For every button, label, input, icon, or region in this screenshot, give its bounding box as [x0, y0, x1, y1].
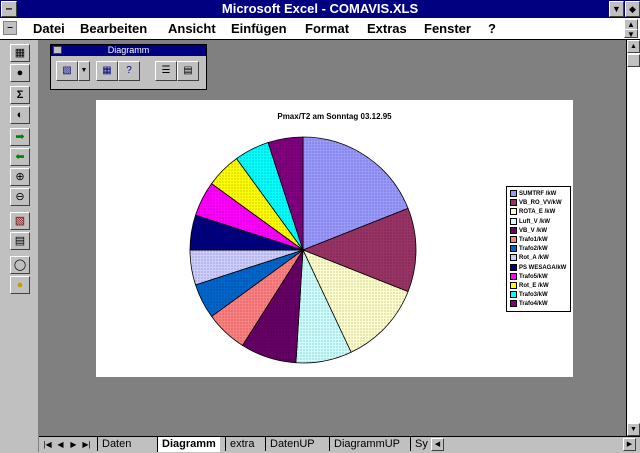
tab-sy[interactable]: Sy	[410, 437, 432, 451]
menu-fenster[interactable]: Fenster	[424, 21, 471, 36]
legend-icon[interactable]: ▤	[177, 61, 199, 81]
legend-label: Rot_E /kW	[519, 283, 549, 290]
left-toolbar: ▦ ● Σ ◐ ➡ ⬅ ⊕ ⊖ ▧ ▤ ◯ ●	[0, 40, 39, 452]
chart-type-icon[interactable]: ▧	[56, 61, 78, 81]
legend-label: Trafo3/kW	[519, 292, 548, 299]
chart-sheet[interactable]: Pmax/T2 am Sonntag 03.12.95 SUMTRF /kW VB…	[96, 100, 573, 377]
legend-swatch	[510, 291, 517, 299]
chart-legend: SUMTRF /kW VB_RO_VV/kW ROTA_E /kW Luft_V /k…	[506, 186, 571, 312]
legend-label: SUMTRF /kW	[519, 191, 557, 198]
tab-datenup[interactable]: DatenUP	[265, 437, 319, 451]
legend-label: PS WESAGA/kW	[519, 264, 567, 271]
zoom-out-icon[interactable]: ⊖	[10, 188, 30, 206]
chartwizard-icon[interactable]: ?	[118, 61, 140, 81]
menu-einfuegen[interactable]: Einfügen	[231, 21, 287, 36]
title-bar: – Microsoft Excel - COMAVIS.XLS ▼ ◆	[0, 0, 640, 18]
first-sheet-icon[interactable]: |◀	[42, 439, 53, 451]
menu-help[interactable]: ?	[488, 21, 496, 36]
legend-label: Trafo5/kW	[519, 273, 548, 280]
chart-toolbar: Diagramm ▧ ▼ ▦ ? ☰ ▤	[50, 44, 207, 90]
pie-chart	[189, 136, 417, 364]
legend-swatch	[510, 199, 517, 207]
legend-swatch	[510, 217, 517, 225]
tab-diagramm[interactable]: Diagramm	[157, 437, 220, 452]
tab-diagrammup[interactable]: DiagrammUP	[329, 437, 404, 451]
hscroll-left-icon[interactable]: ◀	[431, 438, 444, 451]
legend-label: Trafo2/kW	[519, 246, 548, 253]
legend-label: Trafo1/kW	[519, 237, 548, 244]
legend-label: Rot_A /kW	[519, 255, 549, 262]
chartwizard-icon[interactable]: ▦	[10, 44, 30, 62]
menu-bar: – Datei Bearbeiten Ansicht Einfügen Form…	[0, 18, 640, 40]
menu-bearbeiten[interactable]: Bearbeiten	[80, 21, 147, 36]
document-menu-icon[interactable]: –	[3, 21, 17, 35]
legend-swatch	[510, 254, 517, 262]
tip-icon[interactable]: ●	[10, 276, 30, 294]
last-sheet-icon[interactable]: ▶|	[81, 439, 92, 451]
window-title: Microsoft Excel - COMAVIS.XLS	[221, 1, 419, 16]
gridlines-icon[interactable]: ☰	[155, 61, 177, 81]
legend-swatch	[510, 226, 517, 234]
sheet-tab-bar: |◀ ◀ ▶ ▶| Daten Diagramm extra DatenUP D…	[39, 436, 640, 453]
menu-format[interactable]: Format	[305, 21, 349, 36]
legend-swatch	[510, 208, 517, 216]
minimize-button[interactable]: ▼	[609, 1, 624, 17]
copy-icon[interactable]: ▤	[10, 232, 30, 250]
legend-swatch	[510, 263, 517, 271]
menu-datei[interactable]: Datei	[33, 21, 65, 36]
chart-toolbar-close-icon[interactable]	[53, 46, 62, 54]
arrow-left-icon[interactable]: ⬅	[10, 148, 30, 166]
legend-item: Trafo4/kW	[510, 300, 548, 310]
dropdown-icon[interactable]: ▼	[78, 61, 90, 81]
prev-sheet-icon[interactable]: ◀	[55, 439, 66, 451]
zoom-in-icon[interactable]: ⊕	[10, 168, 30, 186]
autosum-icon[interactable]: Σ	[10, 86, 30, 104]
function-icon[interactable]: ◐	[10, 106, 30, 124]
legend-label: VB_RO_VV/kW	[519, 200, 562, 207]
paint-icon[interactable]: ●	[10, 64, 30, 82]
chart-toolbar-title: Diagramm	[51, 45, 206, 56]
scroll-thumb[interactable]	[627, 54, 640, 67]
scroll-up-icon[interactable]: ▲	[627, 40, 640, 53]
scroll-down-icon[interactable]: ▼	[627, 423, 640, 436]
legend-label: VB_V /kW	[519, 227, 548, 234]
legend-label: ROTA_E /kW	[519, 209, 556, 216]
doc-restore-down-icon[interactable]: ▼	[624, 29, 638, 39]
arrow-right-icon[interactable]: ➡	[10, 128, 30, 146]
next-sheet-icon[interactable]: ▶	[68, 439, 79, 451]
legend-swatch	[510, 190, 517, 197]
legend-swatch	[510, 282, 517, 289]
legend-swatch	[510, 272, 517, 280]
legend-label: Trafo4/kW	[519, 301, 548, 308]
tab-daten[interactable]: Daten	[97, 437, 135, 451]
legend-swatch	[510, 236, 517, 243]
legend-swatch	[510, 245, 517, 253]
restore-button[interactable]: ◆	[625, 1, 640, 17]
hscroll-right-icon[interactable]: ▶	[623, 438, 636, 451]
vertical-scrollbar[interactable]: ▲ ▼	[626, 40, 640, 436]
clock-icon[interactable]: ◯	[10, 256, 30, 274]
default-chart-icon[interactable]: ▦	[96, 61, 118, 81]
tab-extra[interactable]: extra	[225, 437, 258, 451]
legend-swatch	[510, 300, 517, 308]
menu-extras[interactable]: Extras	[367, 21, 407, 36]
legend-label: Luft_V /kW	[519, 218, 550, 225]
chart-icon[interactable]: ▧	[10, 212, 30, 230]
menu-ansicht[interactable]: Ansicht	[168, 21, 216, 36]
